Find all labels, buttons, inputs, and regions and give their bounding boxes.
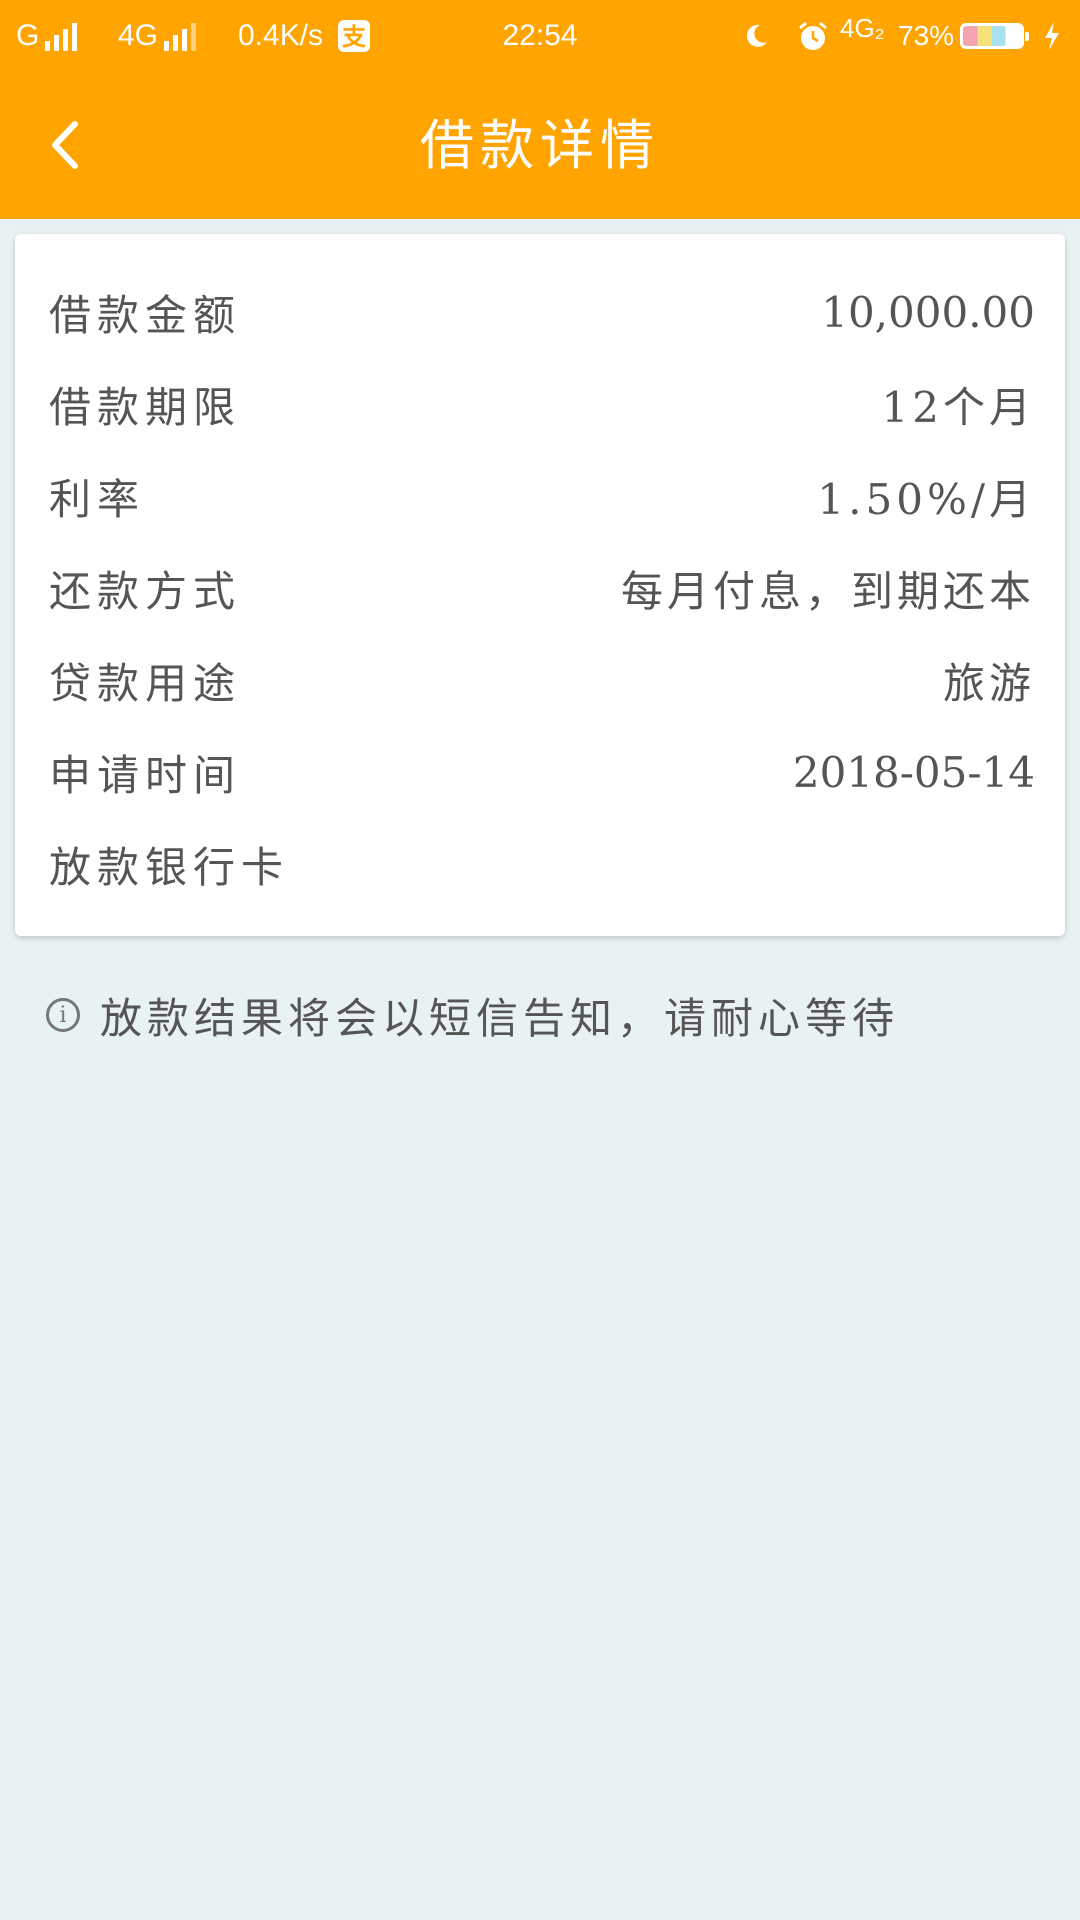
detail-value: 2018-05-14 bbox=[792, 747, 1035, 797]
network-indicator: 4G₂ bbox=[840, 12, 885, 43]
info-icon: i bbox=[46, 998, 80, 1032]
page-title: 借款详情 bbox=[420, 114, 660, 177]
detail-label: 申请时间 bbox=[49, 750, 242, 800]
alarm-icon bbox=[796, 0, 830, 72]
detail-label: 借款金额 bbox=[49, 290, 242, 340]
detail-label: 放款银行卡 bbox=[49, 842, 290, 892]
detail-row-purpose: 贷款用途 旅游 bbox=[49, 634, 1035, 726]
notice-text: 放款结果将会以短信告知，请耐心等待 bbox=[100, 993, 900, 1043]
detail-label: 借款期限 bbox=[49, 382, 242, 432]
loan-details-card: 借款金额 10,000.00 借款期限 12个月 利率 1.50%/月 还款方式… bbox=[15, 234, 1065, 936]
detail-row-rate: 利率 1.50%/月 bbox=[49, 450, 1035, 542]
detail-value: 1.50%/月 bbox=[817, 474, 1035, 524]
battery-icon bbox=[960, 0, 1029, 72]
detail-value: 10,000.00 bbox=[821, 287, 1035, 337]
detail-label: 利率 bbox=[49, 474, 146, 524]
battery-percent: 73% bbox=[898, 20, 955, 51]
detail-row-apply-date: 申请时间 2018-05-14 bbox=[49, 726, 1035, 818]
status-bar: G 4G 0.4K/s 支 22:54 4G₂ 73% bbox=[0, 0, 1080, 72]
detail-row-amount: 借款金额 10,000.00 bbox=[49, 266, 1035, 358]
detail-label: 贷款用途 bbox=[49, 658, 242, 708]
lightning-icon bbox=[1042, 0, 1062, 72]
detail-label: 还款方式 bbox=[49, 566, 242, 616]
moon-icon bbox=[742, 0, 770, 72]
detail-value: 每月付息，到期还本 bbox=[620, 566, 1035, 616]
detail-row-bank-card[interactable]: 放款银行卡 bbox=[49, 818, 1035, 910]
detail-row-repayment: 还款方式 每月付息，到期还本 bbox=[49, 542, 1035, 634]
app-header: 借款详情 bbox=[0, 72, 1080, 219]
detail-value: 旅游 bbox=[942, 658, 1035, 708]
detail-value: 12个月 bbox=[881, 382, 1035, 432]
detail-row-term: 借款期限 12个月 bbox=[49, 358, 1035, 450]
notice: i 放款结果将会以短信告知，请耐心等待 bbox=[46, 970, 899, 1060]
